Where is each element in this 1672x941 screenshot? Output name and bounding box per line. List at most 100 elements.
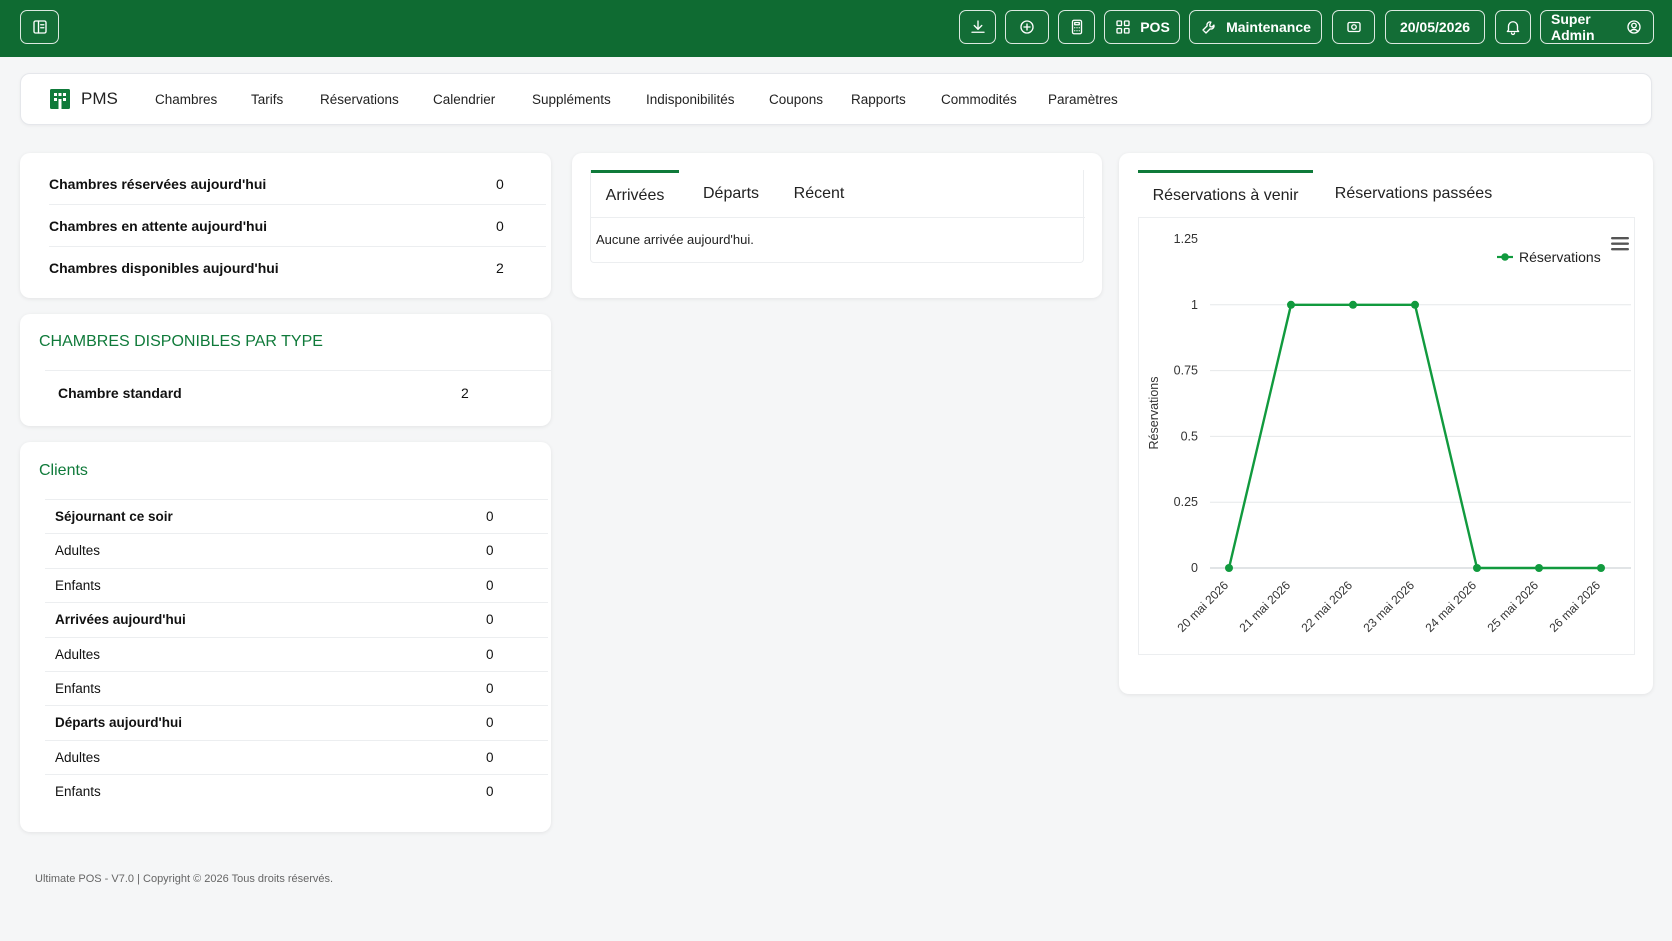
nav-brand[interactable]: PMS (49, 88, 118, 110)
arrivals-tab-bar: Arrivées Départs Récent (591, 170, 1085, 218)
nav-item-calendrier[interactable]: Calendrier (433, 92, 495, 107)
stat-value: 2 (496, 260, 504, 276)
client-row-label: Enfants (55, 577, 101, 593)
user-circle-icon (1627, 20, 1641, 34)
arrivals-card: Arrivées Départs Récent Aucune arrivée a… (572, 153, 1102, 298)
user-name: Super Admin (1551, 11, 1595, 43)
stat-label: Chambres en attente aujourd'hui (49, 218, 268, 234)
y-tick-label: 0 (1191, 561, 1198, 575)
y-tick-label: 1 (1191, 298, 1198, 312)
pos-button[interactable]: POS (1104, 10, 1180, 44)
chart-menu-icon[interactable] (1611, 237, 1629, 251)
x-tick-label: 23 mai 2026 (1361, 578, 1418, 635)
x-tick-label: 22 mai 2026 (1299, 578, 1356, 635)
client-row-value: 0 (486, 543, 494, 559)
data-point[interactable] (1349, 300, 1357, 309)
room-type-row: Chambre standard 2 (58, 385, 518, 401)
client-row-value: 0 (486, 715, 494, 731)
download-icon (970, 20, 985, 33)
client-row-label: Arrivées aujourd'hui (55, 612, 186, 628)
client-row-value: 0 (486, 784, 494, 800)
download-button[interactable] (959, 10, 996, 44)
data-point[interactable] (1535, 564, 1543, 572)
client-row-value: 0 (486, 509, 494, 524)
nav-item-commodites[interactable]: Commodités (941, 92, 1017, 107)
y-tick-label: 0.5 (1181, 429, 1198, 443)
client-row: Adultes 0 (45, 636, 548, 671)
data-point[interactable] (1473, 564, 1481, 572)
reservations-card: Réservations à venir Réservations passée… (1119, 153, 1653, 694)
building-icon (50, 89, 70, 109)
client-row-label: Départs aujourd'hui (55, 715, 182, 731)
tab-arrivees[interactable]: Arrivées (591, 170, 679, 218)
clients-title: Clients (39, 462, 88, 479)
room-types-title: CHAMBRES DISPONIBLES PAR TYPE (39, 333, 323, 350)
reservations-line-chart: 0 0.25 0.5 0.75 1 1.25 20 mai 2026 21 mai 2026… (1147, 232, 1631, 635)
client-row-label: Adultes (55, 543, 101, 559)
tab-departs[interactable]: Départs (691, 170, 771, 218)
maintenance-button[interactable]: Maintenance (1189, 10, 1322, 44)
nav-item-indisponibilites[interactable]: Indisponibilités (646, 92, 735, 107)
date-button[interactable]: 20/05/2026 (1385, 10, 1485, 44)
y-tick-label: 1.25 (1174, 232, 1198, 246)
client-row: Séjournant ce soir 0 (45, 499, 548, 533)
nav-item-chambres[interactable]: Chambres (155, 92, 217, 107)
client-row-label: Adultes (55, 749, 101, 765)
sidebar-toggle-icon (32, 20, 47, 34)
client-row-value: 0 (486, 681, 494, 696)
nav-item-supplements[interactable]: Suppléments (532, 92, 611, 107)
camera-icon (1346, 21, 1361, 33)
calculator-button[interactable] (1058, 10, 1095, 44)
stat-label: Chambres réservées aujourd'hui (49, 176, 267, 192)
notifications-button[interactable] (1495, 10, 1531, 44)
client-row: Départs aujourd'hui 0 (45, 705, 548, 739)
brand-label: PMS (81, 89, 118, 108)
nav-item-parametres[interactable]: Paramètres (1048, 92, 1118, 107)
data-point[interactable] (1287, 300, 1295, 309)
nav-item-tarifs[interactable]: Tarifs (251, 92, 283, 107)
nav-item-rapports[interactable]: Rapports (851, 92, 906, 107)
stat-row: Chambres disponibles aujourd'hui 2 (49, 248, 546, 289)
client-row-value: 0 (486, 577, 494, 593)
bell-icon (1506, 21, 1520, 36)
stat-value: 0 (496, 218, 504, 234)
x-tick-label: 20 mai 2026 (1175, 578, 1232, 635)
client-row: Adultes 0 (45, 739, 548, 774)
room-type-value: 2 (461, 385, 469, 401)
client-row-label: Enfants (55, 784, 101, 800)
chart-legend[interactable]: Réservations (1497, 249, 1601, 265)
client-row: Enfants 0 (45, 774, 548, 808)
screenshot-button[interactable] (1332, 10, 1375, 44)
y-tick-label: 0.75 (1174, 364, 1198, 378)
stat-value: 0 (496, 176, 504, 192)
calculator-icon (1071, 19, 1082, 35)
nav-item-reservations[interactable]: Réservations (320, 92, 399, 107)
legend-label: Réservations (1519, 249, 1601, 265)
stat-row: Chambres en attente aujourd'hui 0 (49, 206, 546, 247)
tab-recent[interactable]: Récent (783, 170, 855, 218)
pos-label: POS (1140, 19, 1170, 35)
nav-item-coupons[interactable]: Coupons (769, 92, 823, 107)
footer-copyright: Ultimate POS - V7.0 | Copyright © 2026 T… (35, 873, 334, 885)
client-row-value: 0 (486, 612, 494, 628)
module-nav: PMS Chambres Tarifs Réservations Calendr… (20, 73, 1652, 125)
room-types-divider (45, 370, 552, 371)
summary-card: Chambres réservées aujourd'hui 0 Chambre… (20, 153, 551, 298)
client-row: Arrivées aujourd'hui 0 (45, 602, 548, 636)
add-button[interactable] (1005, 10, 1049, 44)
arrivals-panel: Arrivées Départs Récent Aucune arrivée a… (590, 170, 1085, 263)
client-row-label: Séjournant ce soir (55, 509, 173, 524)
client-row-value: 0 (486, 646, 494, 662)
client-row-label: Adultes (55, 646, 101, 662)
clients-card: Clients Séjournant ce soir 0 Adultes 0 Enfan… (20, 442, 551, 832)
y-tick-label: 0.25 (1174, 495, 1198, 509)
data-point[interactable] (1225, 564, 1233, 572)
room-types-card: CHAMBRES DISPONIBLES PAR TYPE Chambre st… (20, 314, 552, 426)
x-tick-label: 21 mai 2026 (1237, 578, 1294, 635)
user-menu-button[interactable]: Super Admin (1540, 10, 1654, 44)
data-point[interactable] (1597, 564, 1605, 572)
stat-label: Chambres disponibles aujourd'hui (49, 260, 279, 276)
sidebar-toggle-button[interactable] (20, 10, 59, 44)
x-tick-label: 24 mai 2026 (1423, 578, 1480, 635)
data-point[interactable] (1411, 300, 1419, 309)
